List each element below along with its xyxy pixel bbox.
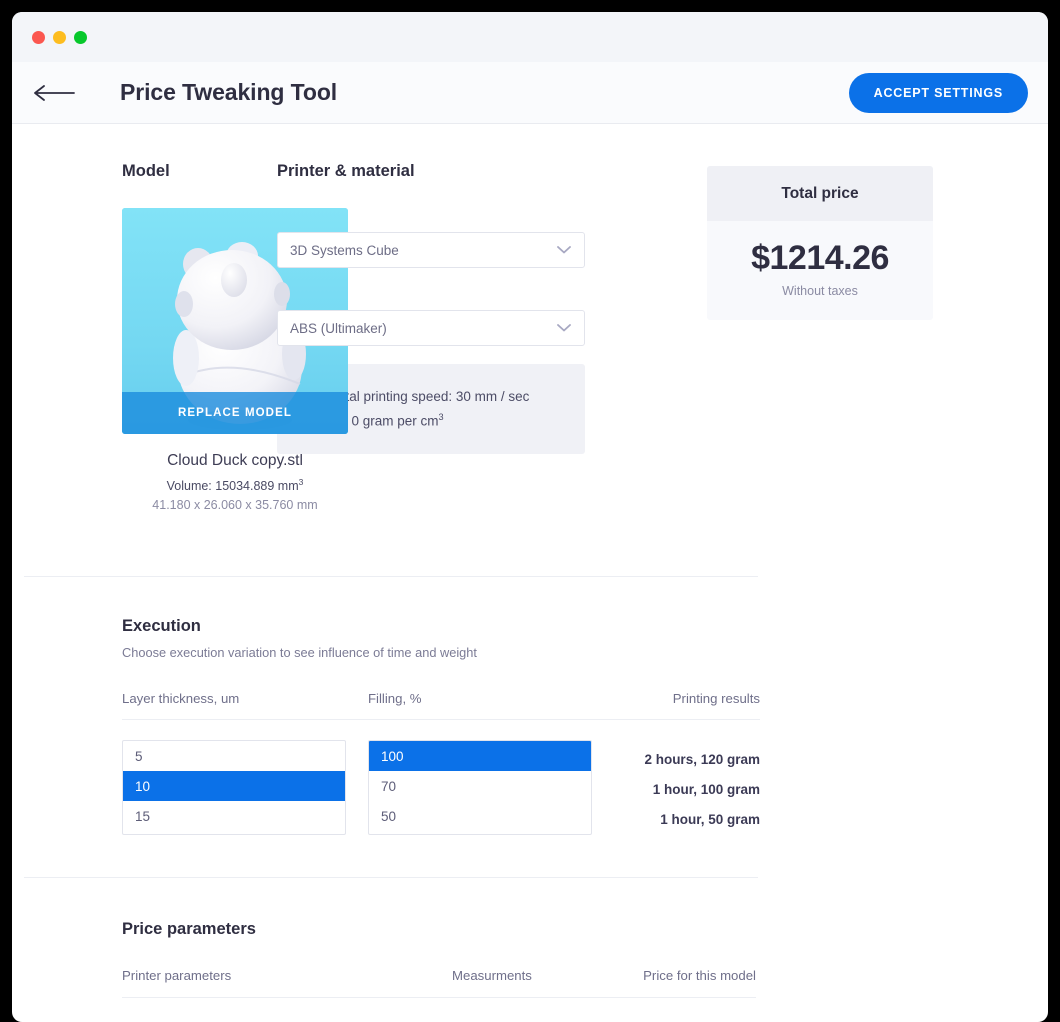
column-header-measurements-label: Measurments — [452, 968, 532, 983]
back-button[interactable] — [34, 81, 78, 105]
main-content: Model — [12, 124, 1048, 998]
minimize-window-button[interactable] — [53, 31, 66, 44]
maximize-window-button[interactable] — [74, 31, 87, 44]
column-header-printer-parameters: Printer parameters — [122, 967, 452, 985]
top-section: Model — [12, 124, 1048, 512]
column-header-measurements: Measurments — [452, 967, 628, 985]
execution-section: Execution Choose execution variation to … — [12, 577, 1048, 835]
total-price-body: $1214.26 Without taxes — [707, 221, 933, 320]
app-window: Price Tweaking Tool ACCEPT SETTINGS Mode… — [12, 12, 1048, 1022]
density-exponent: 3 — [439, 412, 444, 422]
execution-subtitle: Choose execution variation to see influe… — [122, 645, 1048, 660]
execution-table-body: 5 10 15 100 70 50 2 hours, 120 gram 1 ho… — [122, 720, 760, 835]
spacer — [346, 740, 368, 835]
model-column: Model — [12, 162, 277, 512]
traffic-lights — [32, 31, 87, 44]
printer-section-title: Printer & material — [277, 162, 707, 181]
printing-result-row: 2 hours, 120 gram — [592, 745, 760, 775]
arrow-left-icon — [34, 84, 78, 102]
execution-table: Layer thickness, um Filling, % Printing … — [122, 690, 760, 835]
material-select-value: ABS (Ultimaker) — [290, 321, 387, 336]
chevron-down-icon — [557, 321, 571, 336]
price-parameters-table-header: Printer parameters Measurments Price for… — [122, 967, 756, 998]
list-item[interactable]: 100 — [369, 741, 591, 771]
column-header-results: Printing results — [614, 690, 760, 708]
price-parameters-title: Price parameters — [122, 920, 1048, 939]
total-price-value: $1214.26 — [707, 239, 933, 278]
column-header-price-label: Price for this model — [643, 968, 756, 983]
page-title: Price Tweaking Tool — [120, 79, 337, 106]
printer-select[interactable]: 3D Systems Cube — [277, 232, 585, 268]
column-header-price: Price for this model — [628, 967, 756, 985]
total-price-note: Without taxes — [707, 284, 933, 298]
column-header-filling: Filling, % — [368, 690, 614, 708]
close-window-button[interactable] — [32, 31, 45, 44]
list-item[interactable]: 70 — [369, 771, 591, 801]
filling-listbox[interactable]: 100 70 50 — [368, 740, 592, 835]
app-header: Price Tweaking Tool ACCEPT SETTINGS — [12, 62, 1048, 124]
layer-thickness-listbox[interactable]: 5 10 15 — [122, 740, 346, 835]
printing-results-list: 2 hours, 120 gram 1 hour, 100 gram 1 hou… — [592, 740, 760, 835]
price-parameters-section: Price parameters Printer parameters Meas… — [12, 878, 1048, 998]
list-item[interactable]: 15 — [123, 801, 345, 831]
total-price-column: Total price $1214.26 Without taxes — [707, 162, 1048, 512]
list-item[interactable]: 5 — [123, 741, 345, 771]
list-item[interactable]: 10 — [123, 771, 345, 801]
accept-settings-button[interactable]: ACCEPT SETTINGS — [849, 73, 1028, 113]
printing-result-row: 1 hour, 50 gram — [592, 805, 760, 835]
column-header-filling-label: Filling, % — [368, 691, 422, 706]
printer-select-value: 3D Systems Cube — [290, 243, 399, 258]
replace-model-button[interactable]: REPLACE MODEL — [122, 392, 348, 434]
chevron-down-icon — [557, 243, 571, 258]
material-select[interactable]: ABS (Ultimaker) — [277, 310, 585, 346]
column-header-layer: Layer thickness, um — [122, 690, 368, 708]
window-titlebar — [12, 12, 1048, 62]
column-header-printer-parameters-label: Printer parameters — [122, 968, 231, 983]
column-header-results-label: Printing results — [673, 691, 760, 706]
total-price-card: Total price $1214.26 Without taxes — [707, 166, 933, 320]
list-item[interactable]: 50 — [369, 801, 591, 831]
total-price-heading: Total price — [707, 166, 933, 221]
execution-table-header: Layer thickness, um Filling, % Printing … — [122, 690, 760, 720]
column-header-layer-label: Layer thickness, um — [122, 691, 239, 706]
execution-section-title: Execution — [122, 617, 1048, 636]
model-section-title: Model — [122, 162, 277, 181]
printing-result-row: 1 hour, 100 gram — [592, 775, 760, 805]
